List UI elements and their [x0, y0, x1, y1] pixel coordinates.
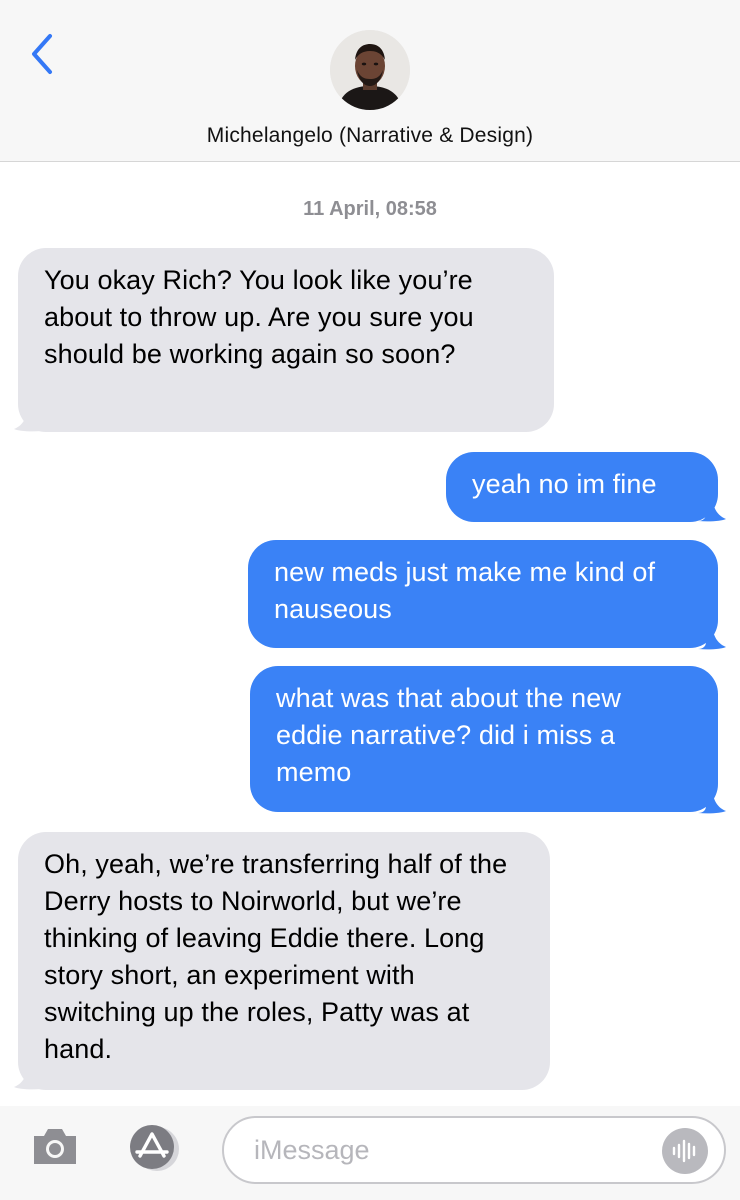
camera-button[interactable]	[30, 1124, 80, 1168]
message-text: You okay Rich? You look like you’re abou…	[44, 265, 474, 369]
imessage-input[interactable]	[254, 1130, 654, 1170]
message-text: Oh, yeah, we’re transferring half of the…	[44, 849, 508, 1064]
contact-avatar[interactable]	[330, 30, 410, 110]
incoming-message-bubble[interactable]: Oh, yeah, we’re transferring half of the…	[18, 832, 550, 1090]
back-button[interactable]	[22, 26, 62, 82]
avatar-portrait-icon	[330, 30, 410, 110]
outgoing-message-bubble[interactable]: what was that about the new eddie narrat…	[250, 666, 718, 812]
conversation-header: Michelangelo (Narrative & Design)	[0, 0, 740, 162]
outgoing-message-bubble[interactable]: yeah no im fine	[446, 452, 718, 522]
camera-icon	[34, 1129, 76, 1164]
app-store-icon	[130, 1125, 179, 1171]
message-text: yeah no im fine	[472, 469, 657, 499]
outgoing-message-bubble[interactable]: new meds just make me kind of nauseous	[248, 540, 718, 648]
imessage-field[interactable]	[222, 1116, 726, 1184]
contact-name[interactable]: Michelangelo (Narrative & Design)	[0, 124, 740, 148]
audio-waveform-icon	[672, 1139, 696, 1163]
message-timestamp: 11 April, 08:58	[303, 198, 437, 220]
incoming-message-bubble[interactable]: You okay Rich? You look like you’re abou…	[18, 248, 554, 432]
app-store-button[interactable]	[124, 1122, 188, 1174]
chevron-left-icon	[32, 34, 52, 74]
message-text: new meds just make me kind of nauseous	[274, 557, 656, 624]
message-text: what was that about the new eddie narrat…	[276, 683, 621, 787]
audio-message-button[interactable]	[662, 1128, 708, 1174]
